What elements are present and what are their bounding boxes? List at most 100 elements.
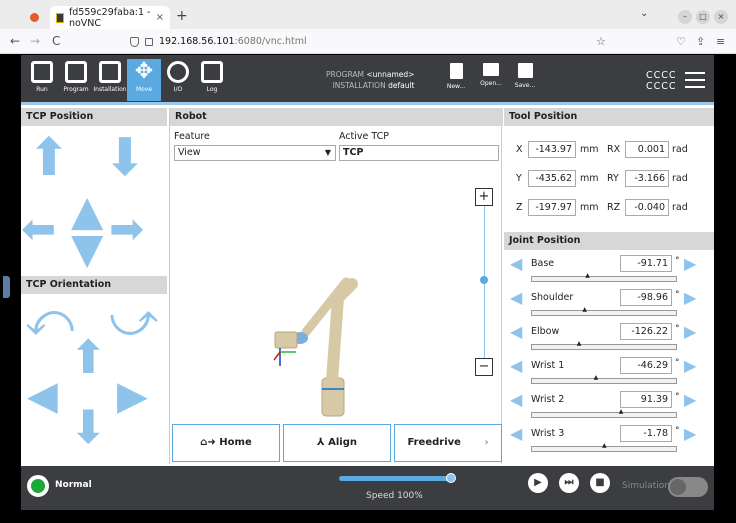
arrow-up-icon[interactable]: ⬆ — [27, 132, 71, 184]
joint-value[interactable]: -98.96 — [620, 289, 672, 306]
home-button[interactable]: ⌂➜ Home — [172, 424, 280, 462]
joint-position-marker: ▲ — [582, 306, 588, 313]
joint-increase-icon[interactable]: ▶ — [684, 392, 700, 408]
forward-icon[interactable]: → — [30, 34, 40, 48]
speed-slider[interactable] — [339, 476, 452, 481]
joint-value[interactable]: -46.29 — [620, 357, 672, 374]
new-button[interactable]: New... — [441, 61, 471, 101]
address-field[interactable]: 192.168.56.101:6080/vnc.html — [130, 32, 610, 51]
arrow-backward-icon[interactable]: ▼ — [71, 228, 103, 270]
tool-z-value[interactable]: -197.97 — [528, 199, 576, 216]
ur-logo-icon — [31, 61, 53, 83]
browser-tab[interactable]: fd559c29faba:1 - noVNC × — [50, 6, 170, 29]
joint-value[interactable]: -1.78 — [620, 425, 672, 442]
unit-label: mm — [580, 173, 599, 184]
nav-move[interactable]: ✥ Move — [127, 59, 161, 101]
arrow-down-icon[interactable]: ⬇ — [103, 132, 147, 184]
tool-rx-value[interactable]: 0.001 — [625, 141, 669, 158]
active-tcp-field[interactable]: TCP — [339, 145, 499, 161]
save-button[interactable]: Save... — [510, 61, 540, 101]
joint-row: ◀ Wrist 3 -1.78 ° ▶ ▲ — [504, 424, 714, 458]
joint-value[interactable]: -126.22 — [620, 323, 672, 340]
joint-decrease-icon[interactable]: ◀ — [510, 426, 526, 442]
rotate-cw-icon[interactable]: ⤻ — [109, 296, 158, 342]
nav-run[interactable]: Run — [25, 59, 59, 101]
joint-increase-icon[interactable]: ▶ — [684, 324, 700, 340]
joint-increase-icon[interactable]: ▶ — [684, 358, 700, 374]
tilt-left-icon[interactable]: ◀ — [27, 376, 58, 416]
joint-increase-icon[interactable]: ▶ — [684, 290, 700, 306]
log-icon — [201, 61, 223, 83]
zoom-knob[interactable] — [480, 276, 488, 284]
joint-position-marker: ▲ — [618, 408, 624, 415]
joint-row: ◀ Wrist 1 -46.29 ° ▶ ▲ — [504, 356, 714, 390]
joint-decrease-icon[interactable]: ◀ — [510, 324, 526, 340]
tab-list-chevron-icon[interactable]: ⌄ — [640, 8, 648, 19]
joint-decrease-icon[interactable]: ◀ — [510, 256, 526, 272]
joint-value[interactable]: -91.71 — [620, 255, 672, 272]
status-indicator-icon[interactable] — [27, 475, 49, 497]
joint-increase-icon[interactable]: ▶ — [684, 256, 700, 272]
installation-name: default — [388, 81, 415, 90]
back-icon[interactable]: ← — [10, 34, 20, 48]
joint-range-bar: ▲ — [531, 340, 677, 350]
nav-program[interactable]: Program — [59, 59, 93, 101]
joint-position-marker: ▲ — [576, 340, 582, 347]
joint-position-marker: ▲ — [585, 272, 590, 279]
tab-close-icon[interactable]: × — [156, 12, 164, 23]
joint-name: Shoulder — [531, 292, 574, 303]
io-icon — [167, 61, 189, 83]
program-icon — [65, 61, 87, 83]
nav-move-label: Move — [135, 86, 153, 93]
pocket-icon[interactable]: ♡ — [676, 35, 686, 48]
simulation-toggle[interactable] — [668, 477, 708, 497]
align-button[interactable]: ⅄ Align — [283, 424, 391, 462]
arrow-right-icon[interactable]: ➡ — [109, 208, 144, 250]
tool-ry-value[interactable]: -3.166 — [625, 170, 669, 187]
new-label: New... — [446, 83, 466, 90]
close-window-icon[interactable]: × — [714, 10, 728, 24]
stop-icon[interactable]: ■ — [590, 473, 610, 493]
reload-icon[interactable]: C — [52, 34, 60, 48]
tilt-down-icon[interactable]: ⬇ — [69, 404, 108, 450]
tilt-right-icon[interactable]: ▶ — [117, 376, 148, 416]
zoom-slider[interactable]: + − — [475, 188, 493, 378]
hamburger-menu-icon[interactable] — [685, 72, 705, 88]
joint-increase-icon[interactable]: ▶ — [684, 426, 700, 442]
bookmark-star-icon[interactable]: ☆ — [596, 35, 606, 48]
browser-menu-hamburger-icon[interactable]: ≡ — [716, 35, 725, 48]
nav-installation[interactable]: Installation — [93, 59, 127, 101]
tool-rz-value[interactable]: -0.040 — [625, 199, 669, 216]
browser-menu-icon[interactable] — [30, 13, 39, 22]
arrow-left-icon[interactable]: ⬅ — [21, 208, 56, 250]
play-icon[interactable]: ▶ — [528, 473, 548, 493]
maximize-icon[interactable]: □ — [696, 10, 710, 24]
tool-x-value[interactable]: -143.97 — [528, 141, 576, 158]
minimize-icon[interactable]: – — [678, 10, 692, 24]
open-button[interactable]: Open... — [476, 61, 506, 101]
joint-value[interactable]: 91.39 — [620, 391, 672, 408]
zoom-in-button[interactable]: + — [475, 188, 493, 206]
feature-select[interactable]: View ▼ — [174, 145, 336, 161]
joint-decrease-icon[interactable]: ◀ — [510, 290, 526, 306]
tilt-up-icon[interactable]: ⬆ — [69, 334, 108, 380]
joint-unit: ° — [675, 426, 680, 436]
axis-label: Z — [516, 202, 523, 213]
shield-icon — [130, 36, 139, 47]
extensions-icon[interactable]: ⇪ — [696, 35, 705, 48]
freedrive-button[interactable]: Freedrive › — [394, 424, 502, 462]
novnc-control-handle[interactable] — [3, 276, 10, 298]
rotate-ccw-icon[interactable]: ⤺ — [25, 296, 74, 342]
robot-3d-view[interactable] — [260, 248, 360, 418]
nav-log[interactable]: Log — [195, 59, 229, 101]
robot-action-buttons: ⌂➜ Home ⅄ Align Freedrive › — [170, 424, 503, 464]
new-tab-button[interactable]: + — [176, 8, 188, 24]
step-icon[interactable]: ⏭ — [559, 473, 579, 493]
save-label: Save... — [514, 82, 536, 89]
tool-y-value[interactable]: -435.62 — [528, 170, 576, 187]
speed-slider-knob[interactable] — [446, 473, 456, 483]
zoom-out-button[interactable]: − — [475, 358, 493, 376]
nav-io[interactable]: I/O — [161, 59, 195, 101]
joint-decrease-icon[interactable]: ◀ — [510, 392, 526, 408]
joint-decrease-icon[interactable]: ◀ — [510, 358, 526, 374]
